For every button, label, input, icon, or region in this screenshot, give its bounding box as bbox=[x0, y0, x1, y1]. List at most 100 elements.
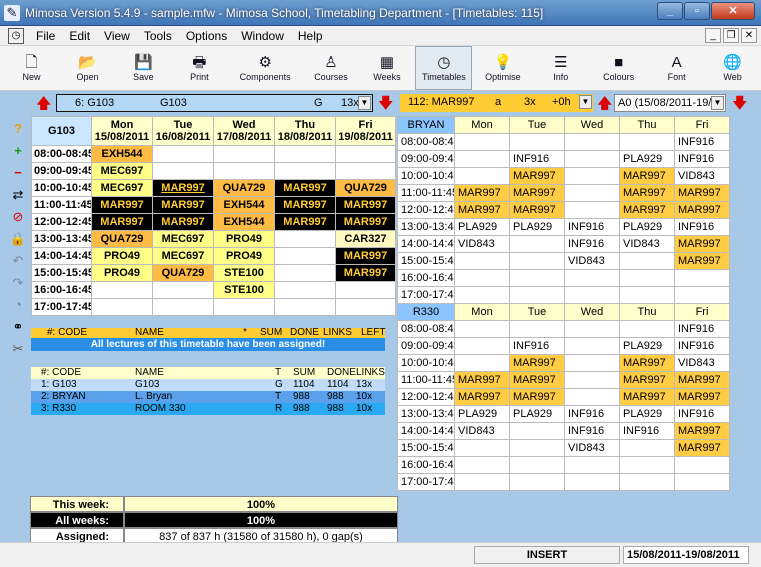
toolbar-weeks-button[interactable]: ▦ Weeks bbox=[359, 46, 414, 90]
lecture-cell[interactable] bbox=[619, 286, 675, 304]
lecture-cell[interactable]: MAR997 bbox=[509, 184, 565, 202]
lecture-cell[interactable]: PLA929 bbox=[619, 337, 675, 355]
lecture-cell[interactable] bbox=[91, 298, 153, 316]
lecture-cell[interactable]: MAR997 bbox=[674, 422, 730, 440]
lecture-cell[interactable]: INF916 bbox=[674, 337, 730, 355]
lecture-cell[interactable]: MAR997 bbox=[509, 201, 565, 219]
lecture-cell[interactable] bbox=[564, 388, 620, 406]
toolbar-print-button[interactable]: 🖶 Print bbox=[172, 46, 227, 90]
lecture-cell[interactable]: PRO49 bbox=[213, 230, 275, 248]
lecture-cell[interactable]: MAR997 bbox=[509, 167, 565, 185]
remove-icon[interactable]: − bbox=[8, 162, 28, 184]
lecture-cell[interactable]: VID843 bbox=[619, 235, 675, 253]
lecture-cell[interactable] bbox=[564, 167, 620, 185]
lecture-cell[interactable]: MAR997 bbox=[674, 184, 730, 202]
lecture-cell[interactable]: PLA929 bbox=[454, 405, 510, 423]
lecture-cell[interactable]: MAR997 bbox=[274, 179, 336, 197]
lecture-cell[interactable] bbox=[674, 286, 730, 304]
lecture-cell[interactable]: VID843 bbox=[564, 252, 620, 270]
lecture-cell[interactable] bbox=[213, 298, 275, 316]
lecture-cell[interactable] bbox=[274, 145, 336, 163]
lecture-cell[interactable] bbox=[509, 235, 565, 253]
lecture-cell[interactable]: INF916 bbox=[509, 150, 565, 168]
toolbar-components-button[interactable]: ⚙ Components bbox=[228, 46, 303, 90]
lecture-cell[interactable]: INF916 bbox=[564, 218, 620, 236]
lecture-cell[interactable]: MAR997 bbox=[91, 213, 153, 231]
lecture-cell[interactable]: MAR997 bbox=[674, 201, 730, 219]
lecture-cell[interactable] bbox=[152, 298, 214, 316]
lecture-cell[interactable]: MAR997 bbox=[454, 184, 510, 202]
lecture-cell[interactable] bbox=[674, 269, 730, 287]
lecture-cell[interactable] bbox=[454, 167, 510, 185]
minimize-button[interactable]: _ bbox=[657, 2, 683, 20]
lecture-cell[interactable]: INF916 bbox=[509, 337, 565, 355]
lecture-cell[interactable]: MAR997 bbox=[619, 388, 675, 406]
lecture-cell[interactable] bbox=[564, 371, 620, 389]
lecture-cell[interactable] bbox=[619, 473, 675, 491]
status-week[interactable]: 15/08/2011-19/08/2011 bbox=[623, 546, 749, 564]
lecture-cell[interactable] bbox=[274, 247, 336, 265]
lecture-cell[interactable]: MAR997 bbox=[335, 264, 396, 282]
timetable-list-row[interactable]: 1: G103 G103 G 1104 1104 13x bbox=[31, 379, 385, 391]
clock-icon[interactable]: ◔ bbox=[8, 294, 28, 316]
lecture-cell[interactable] bbox=[509, 473, 565, 491]
lecture-cell[interactable]: MAR997 bbox=[619, 201, 675, 219]
menu-file[interactable]: File bbox=[36, 29, 55, 43]
lecture-cell[interactable] bbox=[564, 184, 620, 202]
lecture-cell[interactable]: MAR997 bbox=[674, 371, 730, 389]
lecture-cell[interactable] bbox=[509, 439, 565, 457]
chevron-down-icon[interactable]: ▼ bbox=[579, 95, 592, 109]
toolbar-courses-button[interactable]: ♙ Courses bbox=[303, 46, 358, 90]
menu-edit[interactable]: Edit bbox=[69, 29, 90, 43]
lecture-cell[interactable]: MEC697 bbox=[91, 162, 153, 180]
lecture-cell[interactable]: PRO49 bbox=[91, 247, 153, 265]
week-selector[interactable]: A0 (15/08/2011-19/ ▼ bbox=[614, 94, 726, 112]
lecture-cell[interactable] bbox=[564, 150, 620, 168]
lecture-cell[interactable] bbox=[454, 439, 510, 457]
lecture-cell[interactable] bbox=[454, 354, 510, 372]
menu-options[interactable]: Options bbox=[186, 29, 227, 43]
timetable-list-row[interactable]: 2: BRYAN L. Bryan T 988 988 10x bbox=[31, 391, 385, 403]
redo-icon[interactable]: ↷ bbox=[8, 272, 28, 294]
lecture-cell[interactable] bbox=[274, 281, 336, 299]
lecture-cell[interactable] bbox=[454, 320, 510, 338]
lecture-cell[interactable]: MAR997 bbox=[335, 213, 396, 231]
lecture-cell[interactable] bbox=[335, 145, 396, 163]
move-icon[interactable]: ⇄ bbox=[8, 184, 28, 206]
toolbar-web-button[interactable]: 🌐 Web bbox=[705, 46, 760, 90]
lecture-cell[interactable] bbox=[213, 162, 275, 180]
lecture-cell[interactable] bbox=[509, 456, 565, 474]
lecture-cell[interactable]: PLA929 bbox=[454, 218, 510, 236]
lecture-cell[interactable]: STE100 bbox=[213, 264, 275, 282]
lecture-cell[interactable]: MAR997 bbox=[674, 388, 730, 406]
lecture-cell[interactable]: INF916 bbox=[564, 235, 620, 253]
lecture-cell[interactable]: MAR997 bbox=[152, 196, 214, 214]
mdi-close-button[interactable]: ✕ bbox=[741, 28, 757, 43]
lecture-cell[interactable]: MAR997 bbox=[509, 354, 565, 372]
lecture-cell[interactable] bbox=[674, 456, 730, 474]
lecture-cell[interactable] bbox=[509, 320, 565, 338]
maximize-button[interactable]: ▫ bbox=[684, 2, 710, 20]
lecture-cell[interactable] bbox=[619, 439, 675, 457]
chevron-down-icon[interactable]: ▼ bbox=[711, 96, 724, 110]
menu-tools[interactable]: Tools bbox=[144, 29, 172, 43]
toolbar-font-button[interactable]: A Font bbox=[649, 46, 704, 90]
lecture-cell[interactable]: INF916 bbox=[674, 133, 730, 151]
lecture-cell[interactable] bbox=[454, 337, 510, 355]
lecture-cell[interactable] bbox=[454, 456, 510, 474]
help-icon[interactable]: ? bbox=[8, 118, 28, 140]
lecture-cell[interactable] bbox=[509, 269, 565, 287]
lecture-cell[interactable]: MAR997 bbox=[509, 371, 565, 389]
forbid-icon[interactable]: ⊘ bbox=[8, 206, 28, 228]
lecture-cell[interactable]: MEC697 bbox=[91, 179, 153, 197]
lecture-cell[interactable]: STE100 bbox=[213, 281, 275, 299]
lecture-cell[interactable] bbox=[619, 252, 675, 270]
toolbar-optimise-button[interactable]: 💡 Optimise bbox=[473, 46, 532, 90]
toolbar-open-button[interactable]: 📂 Open bbox=[60, 46, 115, 90]
lecture-cell[interactable]: MAR997 bbox=[674, 235, 730, 253]
lecture-cell[interactable]: INF916 bbox=[674, 218, 730, 236]
lecture-cell[interactable] bbox=[335, 281, 396, 299]
lecture-cell[interactable] bbox=[564, 133, 620, 151]
lecture-cell[interactable]: PLA929 bbox=[619, 218, 675, 236]
lecture-cell[interactable]: MAR997 bbox=[619, 167, 675, 185]
